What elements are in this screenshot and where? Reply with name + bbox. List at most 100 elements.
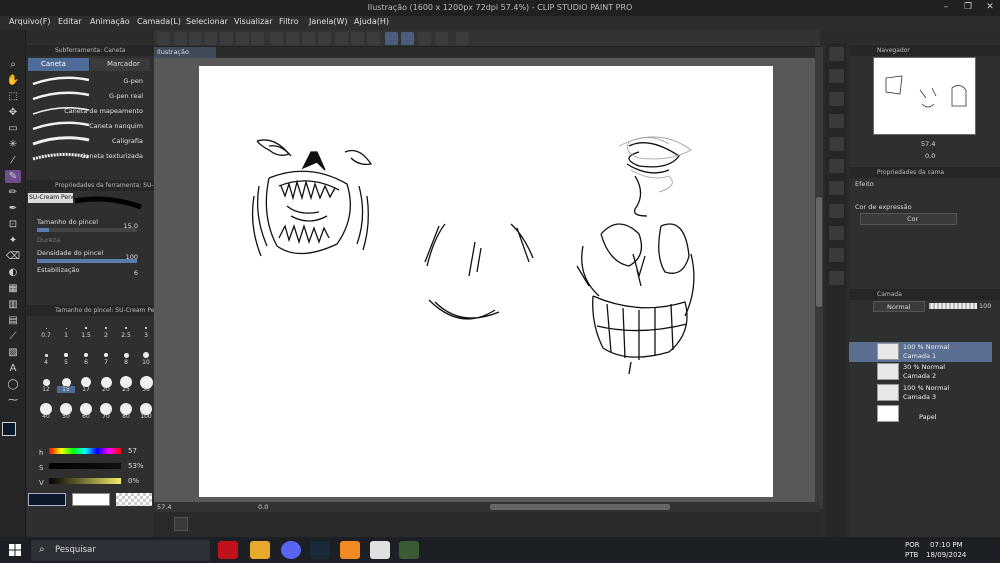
angle-value[interactable]: 0.0 xyxy=(258,503,268,511)
windows-start-icon[interactable] xyxy=(9,544,21,556)
blend-icon[interactable]: ◐ xyxy=(5,266,21,279)
clip-studio-launcher-icon[interactable] xyxy=(370,541,390,559)
zoom-value[interactable]: 57.4 xyxy=(157,503,171,511)
brush-item-caneta-mapeamento[interactable]: Caneta de mapeamento xyxy=(29,104,147,119)
layer-row[interactable]: 100 % Normal Camada 3 xyxy=(849,383,992,403)
main-color-swatch[interactable] xyxy=(2,422,16,436)
balloon-icon[interactable]: ◯ xyxy=(5,378,21,391)
panel-icon-1[interactable] xyxy=(829,69,844,83)
density-slider[interactable] xyxy=(37,259,137,263)
drawing-canvas[interactable] xyxy=(199,66,773,497)
undo-icon[interactable] xyxy=(236,32,249,45)
panel-icon-9[interactable] xyxy=(829,248,844,262)
brush-item-caneta-nanquim[interactable]: Caneta nanquim xyxy=(29,119,147,134)
opacity-slider[interactable] xyxy=(929,303,977,309)
frame-icon[interactable]: ⟋ xyxy=(5,330,21,343)
brush-size-dot[interactable] xyxy=(144,326,148,330)
layer-row[interactable]: 100 % Normal Camada 1 xyxy=(849,342,992,362)
eyedropper-icon[interactable]: ⁄ xyxy=(5,154,21,167)
navigator-preview[interactable] xyxy=(873,57,976,135)
hand-icon[interactable]: ✋ xyxy=(5,74,21,87)
close-button[interactable]: ✕ xyxy=(984,2,996,13)
brush-icon[interactable]: ✒ xyxy=(5,202,21,215)
brush-size-dot[interactable] xyxy=(64,353,68,357)
saturation-slider[interactable] xyxy=(49,463,121,469)
save-icon[interactable] xyxy=(204,32,217,45)
invert-icon[interactable] xyxy=(367,32,380,45)
ruler-icon[interactable] xyxy=(435,32,448,45)
loading-icon[interactable] xyxy=(270,32,283,45)
snap-special-ruler-icon[interactable] xyxy=(401,32,414,45)
eraser-icon[interactable]: ⌫ xyxy=(5,250,21,263)
pen-tool-icon[interactable]: ✎ xyxy=(5,170,21,183)
blend-mode-select[interactable]: Normal xyxy=(873,301,925,312)
menu-selecionar[interactable]: Selecionar xyxy=(186,17,228,26)
minimize-button[interactable]: – xyxy=(940,2,952,13)
timeline-toggle-icon[interactable] xyxy=(174,517,188,531)
brush-size-dot[interactable] xyxy=(125,327,127,329)
zoom-icon[interactable]: ⌕ xyxy=(5,58,21,71)
brush-size-dot[interactable] xyxy=(105,327,107,329)
lang-code[interactable]: POR xyxy=(905,541,920,549)
export-icon[interactable] xyxy=(220,32,233,45)
main-color-chip[interactable] xyxy=(28,493,66,506)
gradient-icon[interactable]: ▥ xyxy=(5,298,21,311)
menu-camada[interactable]: Camada(L) xyxy=(137,17,181,26)
brush-size-dot[interactable] xyxy=(44,353,48,357)
clock-date[interactable]: 18/09/2024 xyxy=(926,551,966,559)
taskbar-search[interactable]: ⌕ Pesquisar xyxy=(31,540,210,561)
panel-icon-10[interactable] xyxy=(829,271,844,285)
navigator-zoom[interactable]: 57.4 xyxy=(921,140,935,148)
opera-icon[interactable] xyxy=(218,541,238,559)
panel-icon-4[interactable] xyxy=(829,137,844,151)
brush-size-dot[interactable] xyxy=(45,327,47,329)
ruler-tool-icon[interactable]: ▧ xyxy=(5,346,21,359)
deselect-icon[interactable] xyxy=(335,32,348,45)
brush-item-gpen-real[interactable]: G-pen real xyxy=(29,89,147,104)
transparent-color-chip[interactable] xyxy=(116,493,152,506)
value-slider[interactable] xyxy=(49,478,121,484)
open-file-icon[interactable] xyxy=(189,32,202,45)
sub-color-chip[interactable] xyxy=(72,493,110,506)
layer-row[interactable]: 30 % Normal Camada 2 xyxy=(849,362,992,382)
fill-tool-icon[interactable]: ▦ xyxy=(5,282,21,295)
brush-size-dot[interactable] xyxy=(103,352,109,358)
clear-icon[interactable] xyxy=(286,32,299,45)
tab-caneta[interactable]: Caneta xyxy=(28,58,89,71)
text-tool-icon[interactable]: A xyxy=(5,362,21,375)
clip-studio-paint-icon[interactable] xyxy=(399,541,419,559)
stabilization-value[interactable]: 6 xyxy=(134,269,138,277)
magic-wand-icon[interactable]: ✳ xyxy=(5,138,21,151)
redo-icon[interactable] xyxy=(251,32,264,45)
menu-janela[interactable]: Janela(W) xyxy=(309,17,348,26)
lang-layout[interactable]: PTB xyxy=(905,551,918,559)
selection-icon[interactable]: ▭ xyxy=(5,122,21,135)
panel-icon-8[interactable] xyxy=(829,226,844,240)
correct-line-icon[interactable]: ⁓ xyxy=(5,394,21,407)
menu-animacao[interactable]: Animação xyxy=(90,17,130,26)
brush-size-dot[interactable] xyxy=(42,378,50,386)
brush-item-caneta-texturizada[interactable]: Caneta texturizada xyxy=(29,149,147,164)
layer-row[interactable]: Papel xyxy=(849,404,992,424)
brush-size-dot[interactable] xyxy=(143,352,149,358)
steam-icon[interactable] xyxy=(310,541,330,559)
pencil-tool-icon[interactable]: ✏ xyxy=(5,186,21,199)
brush-size-dot[interactable] xyxy=(84,353,88,357)
maximize-button[interactable]: ❐ xyxy=(962,2,974,13)
snap-ruler-icon[interactable] xyxy=(385,32,398,45)
panel-icon-7[interactable] xyxy=(829,204,844,218)
file-explorer-icon[interactable] xyxy=(250,541,270,559)
navigator-angle[interactable]: 0.0 xyxy=(925,152,935,160)
fill-icon[interactable] xyxy=(302,32,315,45)
brush-item-gpen[interactable]: G-pen xyxy=(29,74,147,89)
brush-size-dot[interactable] xyxy=(85,327,87,329)
clip-studio-icon[interactable] xyxy=(157,32,170,45)
menu-filtro[interactable]: Filtro xyxy=(279,17,299,26)
canvas-horizontal-scrollbar[interactable] xyxy=(490,504,670,510)
figure-icon[interactable]: ▤ xyxy=(5,314,21,327)
tab-ilustracao[interactable]: Ilustração xyxy=(154,47,216,58)
move-icon[interactable]: ✥ xyxy=(5,106,21,119)
app-icon[interactable] xyxy=(340,541,360,559)
crop-icon[interactable] xyxy=(351,32,364,45)
expression-color-select[interactable]: Cor xyxy=(860,213,957,225)
